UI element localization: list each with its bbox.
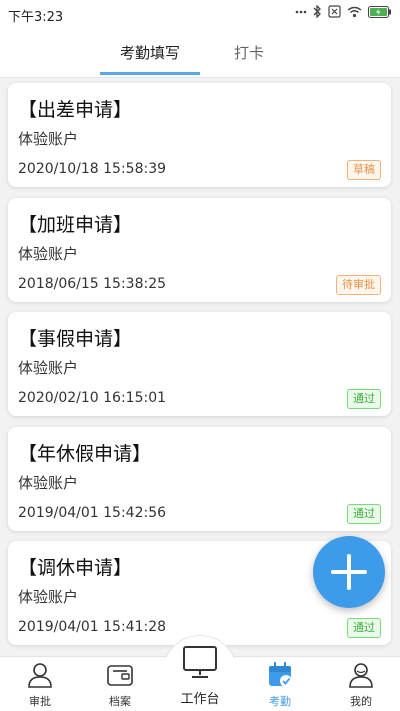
request-card[interactable]: 【加班申请】 体验账户 2018/06/15 15:38:25 待审批 (8, 198, 391, 302)
card-user: 体验账户 (18, 245, 79, 263)
card-time: 2019/04/01 15:42:56 (18, 505, 167, 521)
status-time: 下午3:23 (8, 10, 64, 25)
card-title: 【加班申请】 (18, 214, 133, 236)
status-bar: 下午3:23 (0, 0, 400, 28)
nav-label: 考勤 (269, 695, 291, 708)
add-button[interactable] (313, 536, 385, 608)
card-title: 【事假申请】 (18, 328, 133, 350)
card-time: 2020/10/18 15:58:39 (18, 161, 167, 177)
nav-approval[interactable]: 审批 (10, 661, 70, 708)
plus-icon (331, 554, 367, 590)
battery-charging-icon (368, 5, 392, 18)
nav-label: 审批 (29, 695, 51, 708)
request-card[interactable]: 【事假申请】 体验账户 2020/02/10 16:15:01 通过 (8, 312, 391, 416)
card-title: 【调休申请】 (18, 557, 133, 579)
card-time: 2019/04/01 15:41:28 (18, 619, 167, 635)
nav-attendance[interactable]: 考勤 (250, 661, 310, 708)
card-title: 【出差申请】 (18, 99, 133, 121)
bottom-nav: 审批 档案 工作台 考勤 我的 (0, 635, 400, 711)
status-badge: 待审批 (336, 275, 381, 295)
no-sim-icon (328, 5, 341, 18)
card-user: 体验账户 (18, 359, 79, 377)
profile-icon (349, 663, 373, 688)
nav-label: 我的 (350, 695, 372, 708)
nav-archive[interactable]: 档案 (90, 661, 150, 708)
status-badge: 通过 (347, 504, 381, 524)
card-user: 体验账户 (18, 474, 79, 492)
card-time: 2018/06/15 15:38:25 (18, 276, 167, 292)
status-badge: 草稿 (347, 160, 381, 180)
tab-clock-in[interactable]: 打卡 (234, 42, 264, 63)
tab-attendance-form[interactable]: 考勤填写 (100, 42, 200, 75)
request-card[interactable]: 【年休假申请】 体验账户 2019/04/01 15:42:56 通过 (8, 427, 391, 531)
approval-icon (28, 663, 52, 688)
card-time: 2020/02/10 16:15:01 (18, 390, 167, 406)
card-user: 体验账户 (18, 130, 79, 148)
status-badge: 通过 (347, 389, 381, 409)
bluetooth-icon (313, 5, 322, 18)
card-user: 体验账户 (18, 588, 79, 606)
nav-label: 工作台 (180, 692, 220, 707)
nav-mine[interactable]: 我的 (331, 661, 391, 708)
request-card[interactable]: 【出差申请】 体验账户 2020/10/18 15:58:39 草稿 (8, 83, 391, 187)
status-icons (295, 5, 392, 18)
calendar-check-icon (269, 662, 292, 687)
archive-icon (107, 665, 133, 686)
status-badge: 通过 (347, 618, 381, 638)
signal-dots-icon (295, 7, 307, 17)
card-title: 【年休假申请】 (18, 443, 152, 465)
monitor-icon (183, 646, 217, 678)
wifi-icon (347, 6, 362, 18)
top-tab-bar: 考勤填写 打卡 (0, 28, 400, 78)
nav-workbench[interactable] (170, 645, 230, 679)
nav-label: 档案 (109, 695, 131, 708)
